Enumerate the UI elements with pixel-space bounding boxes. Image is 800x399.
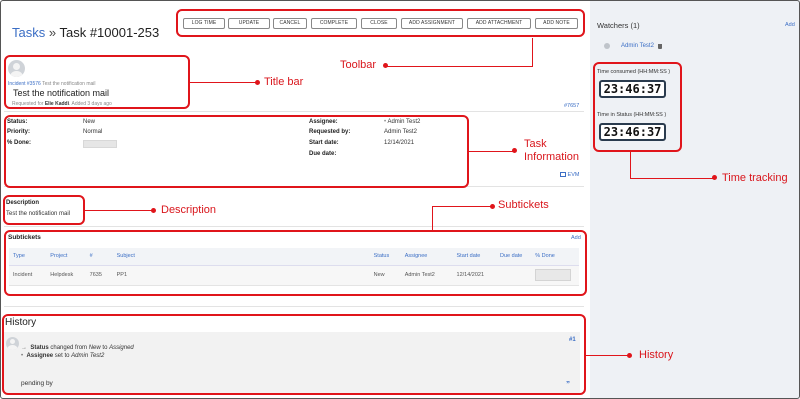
connector bbox=[630, 178, 714, 179]
sidebar bbox=[590, 0, 800, 399]
annotation-toolbar: Toolbar bbox=[340, 59, 377, 71]
connector-dot bbox=[490, 204, 495, 209]
description-highlight bbox=[3, 195, 85, 225]
subtickets-highlight bbox=[4, 230, 587, 296]
title-bar-highlight bbox=[4, 55, 190, 109]
breadcrumb-tasks-link[interactable]: Tasks bbox=[12, 25, 45, 40]
toolbar-highlight bbox=[176, 9, 585, 37]
annotation-task-info-1: Task bbox=[524, 138, 547, 150]
connector bbox=[432, 206, 433, 230]
breadcrumb: Tasks » Task #10001-253 bbox=[12, 25, 159, 40]
page-title: Task #10001-253 bbox=[59, 25, 160, 40]
connector-dot bbox=[627, 353, 632, 358]
connector bbox=[469, 151, 514, 152]
annotation-task-info-2: Information bbox=[524, 151, 580, 163]
task-ref[interactable]: #7657 bbox=[564, 103, 579, 109]
evm-icon bbox=[560, 172, 566, 178]
watchers-heading: Watchers (1) bbox=[597, 21, 640, 30]
connector bbox=[532, 38, 533, 66]
watcher-user-link[interactable]: Admin Test2 bbox=[621, 43, 654, 49]
divider bbox=[4, 111, 584, 112]
annotation-time-tracking: Time tracking bbox=[722, 172, 788, 184]
annotation-subtickets: Subtickets bbox=[498, 199, 549, 211]
watcher-avatar bbox=[604, 43, 610, 49]
evm-link[interactable]: EVM bbox=[560, 172, 579, 178]
connector-dot bbox=[512, 148, 517, 153]
history-highlight bbox=[2, 314, 586, 395]
connector-dot bbox=[383, 63, 388, 68]
connector bbox=[385, 66, 533, 67]
add-watcher-link[interactable]: Add bbox=[785, 22, 795, 28]
breadcrumb-separator: » bbox=[48, 25, 57, 40]
trash-icon[interactable] bbox=[658, 44, 662, 49]
connector bbox=[630, 152, 631, 178]
connector bbox=[586, 355, 630, 356]
annotation-history: History bbox=[639, 349, 674, 361]
connector-dot bbox=[255, 80, 260, 85]
annotation-description: Description bbox=[161, 204, 217, 216]
connector-dot bbox=[151, 208, 156, 213]
task-info-highlight bbox=[4, 115, 469, 188]
connector bbox=[190, 82, 258, 83]
connector bbox=[432, 206, 492, 207]
annotation-title-bar: Title bar bbox=[264, 76, 304, 88]
connector bbox=[85, 210, 153, 211]
divider bbox=[4, 226, 584, 227]
time-tracking-highlight bbox=[593, 62, 682, 152]
divider bbox=[4, 306, 584, 307]
connector-dot bbox=[712, 175, 717, 180]
